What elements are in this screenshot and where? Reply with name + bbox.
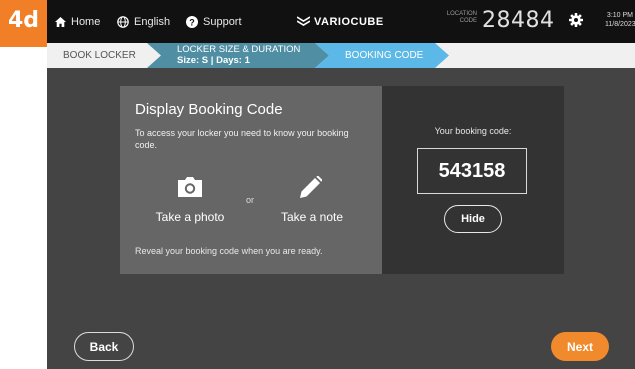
step-locker-size-title: LOCKER SIZE & DURATION: [177, 44, 301, 55]
clock-date: 11/8/2023: [605, 21, 635, 28]
top-bar: Home English ? Support VARIOCUBE LOCATIO…: [47, 0, 635, 43]
home-label: Home: [71, 15, 101, 28]
panel-title: Display Booking Code: [135, 101, 283, 118]
language-selector[interactable]: English: [117, 0, 170, 43]
support-link[interactable]: ? Support: [186, 0, 242, 43]
gear-icon[interactable]: [569, 13, 583, 27]
kiosk-app: Home English ? Support VARIOCUBE LOCATIO…: [47, 0, 635, 369]
back-button[interactable]: Back: [74, 332, 134, 361]
progress-steps: BOOK LOCKER LOCKER SIZE & DURATION Size:…: [47, 43, 635, 68]
home-link[interactable]: Home: [55, 0, 100, 43]
camera-icon: [178, 177, 202, 202]
step-booking-code: BOOKING CODE: [345, 50, 424, 61]
globe-icon: [117, 15, 129, 28]
booking-code-value: 543158: [417, 148, 527, 194]
support-label: Support: [203, 15, 242, 28]
step-locker-size: LOCKER SIZE & DURATION Size: S | Days: 1: [177, 44, 300, 66]
or-label: or: [246, 195, 255, 205]
location-label-line1: LOCATION: [446, 11, 477, 17]
help-icon: ?: [186, 15, 198, 28]
step-locker-size-sub: Size: S | Days: 1: [177, 55, 250, 66]
reveal-instruction: Reveal your booking code when you are re…: [135, 246, 323, 256]
location-code: 28484: [482, 8, 555, 33]
take-note-label: Take a note: [280, 210, 344, 224]
booking-code-panel: Your booking code: 543158 Hide: [382, 86, 564, 274]
language-label: English: [134, 15, 171, 28]
take-photo-label: Take a photo: [155, 210, 225, 224]
brand-mark-icon: [297, 16, 310, 27]
pencil-icon: [300, 175, 323, 203]
clock: 3:10 PM 11/8/2023: [605, 11, 635, 29]
step-tag: 4d: [0, 0, 47, 47]
clock-time: 3:10 PM: [606, 12, 633, 19]
location-label-line2: CODE: [459, 18, 477, 24]
location-code-label: LOCATION CODE: [439, 11, 477, 25]
home-icon: [55, 16, 66, 27]
step-book-locker: BOOK LOCKER: [63, 50, 136, 61]
booking-code-label: Your booking code:: [434, 126, 512, 136]
brand-logo: VARIOCUBE: [297, 0, 384, 43]
svg-text:?: ?: [189, 17, 195, 27]
hide-button[interactable]: Hide: [444, 205, 502, 233]
panel-description: To access your locker you need to know y…: [135, 128, 349, 150]
next-button[interactable]: Next: [551, 332, 609, 361]
booking-code-info-panel: Display Booking Code To access your lock…: [120, 86, 382, 274]
brand-name: VARIOCUBE: [314, 15, 384, 28]
